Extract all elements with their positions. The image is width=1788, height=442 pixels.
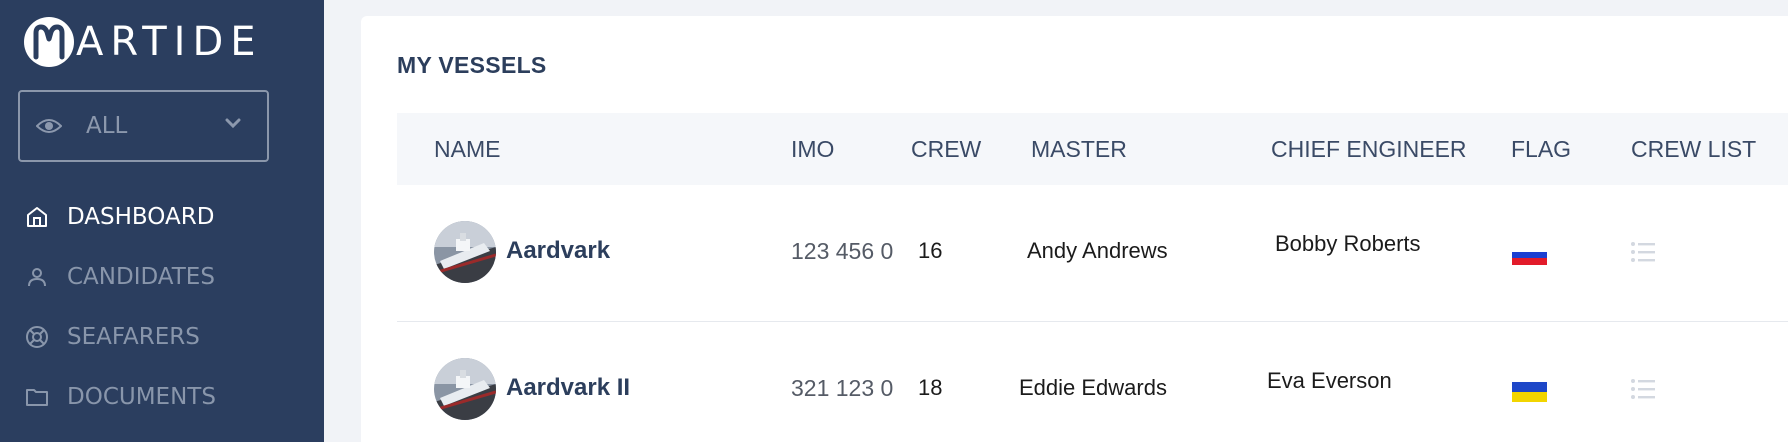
crew-list-icon[interactable] xyxy=(1630,378,1656,400)
vessel-crew-count: 16 xyxy=(918,238,943,263)
vessel-avatar xyxy=(434,358,496,420)
eye-icon xyxy=(36,116,62,136)
sidebar-item-label: SEAFARERS xyxy=(67,324,200,350)
sidebar-item-candidates[interactable]: CANDIDATES xyxy=(0,247,324,307)
vessel-avatar xyxy=(434,221,496,283)
vessel-master: Eddie Edwards xyxy=(1019,375,1167,400)
filter-selected-value: ALL xyxy=(86,113,128,139)
sidebar-item-label: DOCUMENTS xyxy=(67,384,216,410)
column-header-crew[interactable]: CREW xyxy=(911,113,981,185)
sidebar-item-documents[interactable]: DOCUMENTS xyxy=(0,367,324,427)
vessel-name-link[interactable]: Aardvark xyxy=(506,237,610,265)
column-header-flag[interactable]: FLAG xyxy=(1511,113,1571,185)
app-logo[interactable]: ARTIDE xyxy=(24,16,263,68)
table-header: NAME IMO CREW MASTER CHIEF ENGINEER FLAG… xyxy=(397,113,1788,185)
sidebar-item-label: DASHBOARD xyxy=(67,204,215,230)
vessel-chief-engineer: Bobby Roberts xyxy=(1275,231,1421,256)
vessel-master: Andy Andrews xyxy=(1027,238,1168,263)
logo-badge xyxy=(24,17,74,67)
column-header-master[interactable]: MASTER xyxy=(1031,113,1127,185)
column-header-chief-engineer[interactable]: CHIEF ENGINEER xyxy=(1271,113,1467,185)
vessel-filter-select[interactable]: ALL xyxy=(18,90,269,162)
sidebar: ARTIDE ALL DASHBOARD CANDIDATES SEAFARER… xyxy=(0,0,324,442)
sidebar-nav: DASHBOARD CANDIDATES SEAFARERS DOCUMENTS xyxy=(0,187,324,427)
table-row[interactable]: Aardvark 123 456 0 16 Andy Andrews Bobby… xyxy=(397,185,1788,322)
logo-m-icon xyxy=(33,24,65,60)
user-icon xyxy=(24,264,50,290)
vessel-chief-engineer: Eva Everson xyxy=(1267,368,1392,393)
flag-russia-icon xyxy=(1512,245,1547,265)
sidebar-item-label: CANDIDATES xyxy=(67,264,215,290)
vessel-imo: 321 123 0 xyxy=(791,375,894,401)
crew-list-icon[interactable] xyxy=(1630,241,1656,263)
chevron-down-icon xyxy=(225,114,241,133)
home-icon xyxy=(24,204,50,230)
vessel-crew-count: 18 xyxy=(918,375,943,400)
column-header-name[interactable]: NAME xyxy=(434,113,500,185)
page-title: MY VESSELS xyxy=(397,52,547,78)
lifebuoy-icon xyxy=(24,324,50,350)
vessel-imo: 123 456 0 xyxy=(791,238,894,264)
column-header-imo[interactable]: IMO xyxy=(791,113,834,185)
sidebar-item-dashboard[interactable]: DASHBOARD xyxy=(0,187,324,247)
table-row[interactable]: Aardvark II 321 123 0 18 Eddie Edwards E… xyxy=(397,322,1788,442)
logo-text: ARTIDE xyxy=(76,19,263,65)
flag-ukraine-icon xyxy=(1512,382,1547,402)
sidebar-item-seafarers[interactable]: SEAFARERS xyxy=(0,307,324,367)
column-header-crew-list[interactable]: CREW LIST xyxy=(1631,113,1756,185)
vessel-name-link[interactable]: Aardvark II xyxy=(506,374,630,402)
folder-icon xyxy=(24,384,50,410)
vessels-panel: MY VESSELS NAME IMO CREW MASTER CHIEF EN… xyxy=(361,16,1788,442)
